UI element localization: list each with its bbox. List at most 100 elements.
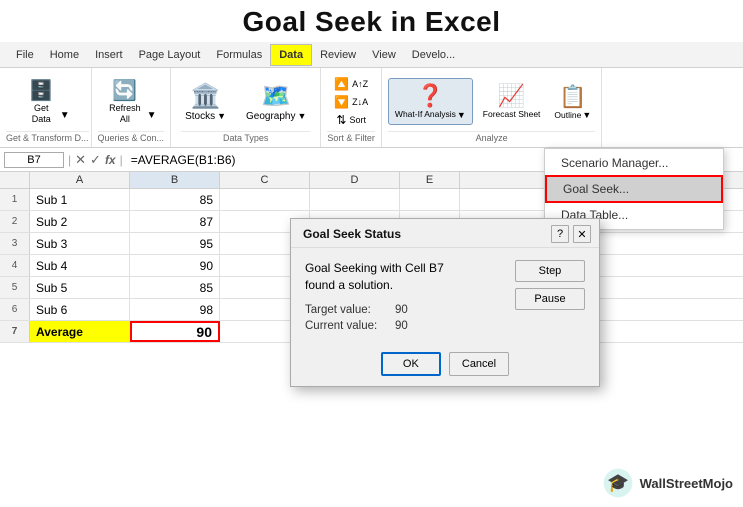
- cell-6-b[interactable]: 98: [130, 299, 220, 320]
- cell-4-a[interactable]: Sub 4: [30, 255, 130, 276]
- cell-5-a[interactable]: Sub 5: [30, 277, 130, 298]
- what-if-dropdown-icon[interactable]: ▼: [457, 110, 466, 120]
- sort-filter-label: Sort & Filter: [327, 131, 375, 143]
- cell-1-d[interactable]: [310, 189, 400, 210]
- formula-divider-1: |: [68, 153, 71, 167]
- dialog-current-row: Current value: 90: [305, 320, 505, 332]
- sort-icon: ⇅: [336, 113, 346, 127]
- dialog-target-row: Target value: 90: [305, 304, 505, 316]
- step-button[interactable]: Step: [515, 260, 585, 282]
- cell-1-e[interactable]: [400, 189, 460, 210]
- forecast-label: Forecast Sheet: [483, 109, 541, 119]
- get-data-button[interactable]: 🗄️ GetData: [25, 76, 58, 127]
- forecast-sheet-button[interactable]: 📈 Forecast Sheet: [479, 81, 545, 121]
- cell-3-b[interactable]: 95: [130, 233, 220, 254]
- sort-button[interactable]: ⇅ Sort: [333, 112, 369, 128]
- queries-group: 🔄 RefreshAll ▼ Queries & Con...: [92, 68, 172, 147]
- name-box[interactable]: [4, 152, 64, 168]
- row-header-corner: [0, 172, 30, 188]
- cell-2-a[interactable]: Sub 2: [30, 211, 130, 232]
- stocks-dropdown-icon[interactable]: ▼: [217, 111, 226, 121]
- current-value: 90: [395, 320, 505, 332]
- sort-filter-group: 🔼 A↑Z 🔽 Z↓A ⇅ Sort Sort & Filter: [321, 68, 382, 147]
- svg-text:🎓: 🎓: [607, 473, 629, 493]
- cell-1-c[interactable]: [220, 189, 310, 210]
- geography-label: Geography: [246, 111, 295, 122]
- dialog-close-button[interactable]: ✕: [573, 225, 591, 243]
- cell-3-a[interactable]: Sub 3: [30, 233, 130, 254]
- scenario-manager-item[interactable]: Scenario Manager...: [545, 151, 723, 175]
- insert-function-icon[interactable]: fx: [105, 153, 116, 167]
- stocks-label: Stocks: [185, 111, 215, 122]
- refresh-icon: 🔄: [112, 78, 137, 103]
- tab-develo[interactable]: Develo...: [404, 45, 463, 65]
- cancel-icon[interactable]: ✕: [75, 152, 86, 168]
- get-transform-group: 🗄️ GetData ▼ Get & Transform D...: [4, 68, 92, 147]
- ribbon-tabs: File Home Insert Page Layout Formulas Da…: [0, 42, 743, 68]
- tab-page-layout[interactable]: Page Layout: [131, 45, 209, 65]
- dialog-right-buttons: Step Pause: [515, 260, 585, 336]
- wsm-icon: 🎓: [602, 467, 634, 499]
- what-if-analysis-button[interactable]: ❓ What-If Analysis ▼: [388, 78, 473, 124]
- dialog-question-mark[interactable]: ?: [551, 225, 569, 243]
- sort-az-label: A↑Z: [352, 79, 368, 89]
- ok-button[interactable]: OK: [381, 352, 441, 376]
- tab-formulas[interactable]: Formulas: [208, 45, 270, 65]
- tab-insert[interactable]: Insert: [87, 45, 131, 65]
- analysis-label: Analyze: [388, 131, 595, 143]
- tab-home[interactable]: Home: [42, 45, 87, 65]
- row-7-header: 7: [0, 321, 30, 342]
- cell-5-b[interactable]: 85: [130, 277, 220, 298]
- cell-2-b[interactable]: 87: [130, 211, 220, 232]
- refresh-all-button[interactable]: 🔄 RefreshAll: [105, 76, 145, 127]
- tab-file[interactable]: File: [8, 45, 42, 65]
- col-header-e[interactable]: E: [400, 172, 460, 188]
- tab-review[interactable]: Review: [312, 45, 364, 65]
- pause-button[interactable]: Pause: [515, 288, 585, 310]
- outline-button[interactable]: 📋 Outline ▼: [550, 82, 595, 122]
- tab-view[interactable]: View: [364, 45, 404, 65]
- queries-label: Queries & Con...: [98, 131, 165, 143]
- cell-7-b[interactable]: 90: [130, 321, 220, 342]
- cell-1-b[interactable]: 85: [130, 189, 220, 210]
- data-types-group: 🏛️ Stocks ▼ 🗺️ Geography ▼ Data Types: [171, 68, 321, 147]
- wsm-logo: 🎓 WallStreetMojo: [602, 467, 733, 499]
- tab-data[interactable]: Data: [270, 44, 312, 66]
- confirm-icon[interactable]: ✓: [90, 152, 101, 168]
- sort-za-button[interactable]: 🔽 Z↓A: [331, 94, 371, 110]
- get-data-area: 🗄️ GetData ▼: [6, 72, 89, 131]
- geography-dropdown-icon[interactable]: ▼: [297, 111, 306, 121]
- refresh-label: RefreshAll: [109, 103, 141, 125]
- get-data-dropdown-icon[interactable]: ▼: [60, 110, 70, 121]
- forecast-icon: 📈: [498, 83, 525, 109]
- cancel-button[interactable]: Cancel: [449, 352, 509, 376]
- col-header-b[interactable]: B: [130, 172, 220, 188]
- dialog-title: Goal Seek Status: [303, 227, 401, 241]
- stocks-button[interactable]: 🏛️ Stocks ▼: [181, 80, 230, 124]
- geography-button[interactable]: 🗺️ Geography ▼: [242, 80, 310, 124]
- page-title: Goal Seek in Excel: [0, 0, 743, 42]
- target-value: 90: [395, 304, 505, 316]
- what-if-label: What-If Analysis: [395, 109, 456, 119]
- cell-6-a[interactable]: Sub 6: [30, 299, 130, 320]
- cell-4-b[interactable]: 90: [130, 255, 220, 276]
- outline-icon: 📋: [559, 84, 586, 110]
- col-header-c[interactable]: C: [220, 172, 310, 188]
- cell-7-a[interactable]: Average: [30, 321, 130, 342]
- row-1-header: 1: [0, 189, 30, 210]
- formula-divider-2: |: [120, 153, 123, 167]
- dialog-body: Goal Seeking with Cell B7found a solutio…: [291, 248, 599, 346]
- col-header-d[interactable]: D: [310, 172, 400, 188]
- dialog-left-content: Goal Seeking with Cell B7found a solutio…: [305, 260, 505, 336]
- row-6-header: 6: [0, 299, 30, 320]
- col-header-a[interactable]: A: [30, 172, 130, 188]
- sort-za-label: Z↓A: [352, 97, 368, 107]
- sort-az-icon: 🔼: [334, 77, 349, 91]
- cell-1-a[interactable]: Sub 1: [30, 189, 130, 210]
- outline-dropdown-icon[interactable]: ▼: [582, 110, 591, 120]
- current-value-label: Current value:: [305, 320, 395, 332]
- refresh-dropdown-icon[interactable]: ▼: [147, 110, 157, 121]
- target-value-label: Target value:: [305, 304, 395, 316]
- sort-az-button[interactable]: 🔼 A↑Z: [331, 76, 371, 92]
- goal-seek-item[interactable]: Goal Seek...: [545, 175, 723, 203]
